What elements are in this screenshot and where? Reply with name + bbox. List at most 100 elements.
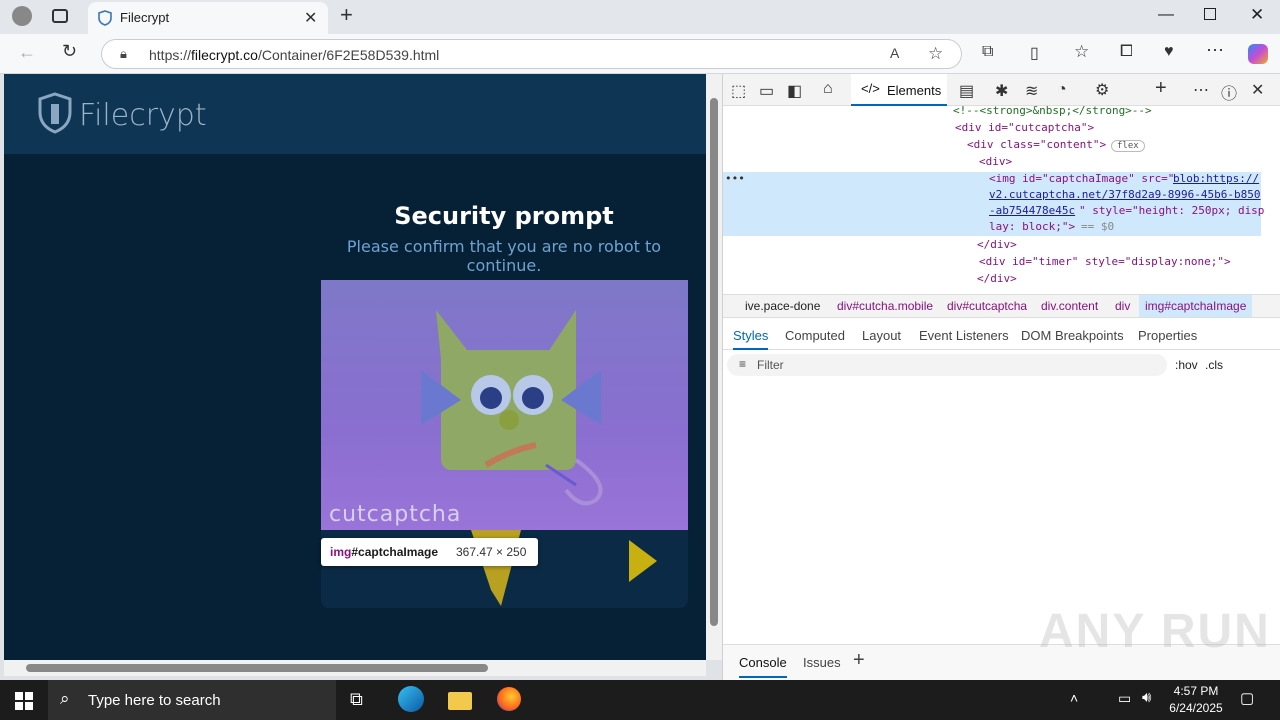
- firefox-icon[interactable]: [497, 687, 521, 711]
- search-icon: ⌕: [60, 689, 70, 708]
- page-viewport: Filecrypt Security prompt Please confirm…: [4, 74, 706, 660]
- help-icon[interactable]: ⓘ: [1221, 80, 1237, 104]
- clock-time[interactable]: 4:57 PM: [1164, 684, 1228, 698]
- hov-toggle[interactable]: :hov: [1175, 358, 1198, 372]
- dom-img-src-2[interactable]: v2.cutcaptcha.net/37f8d2a9-8996-45b6-b85…: [989, 188, 1261, 201]
- close-window-icon[interactable]: ✕: [1250, 5, 1264, 25]
- filter-icon: ≡: [739, 357, 747, 371]
- performance-icon[interactable]: ◔: [1057, 81, 1067, 99]
- tab-styles[interactable]: Styles: [733, 328, 769, 350]
- breadcrumb-item[interactable]: div#cutcha.mobile: [837, 299, 933, 313]
- minimize-icon[interactable]: —: [1158, 6, 1174, 24]
- dock-icon[interactable]: ◧: [787, 81, 802, 101]
- drawer-tab-issues[interactable]: Issues: [803, 655, 841, 670]
- title-bar: Filecrypt ✕ + — ✕: [0, 0, 1280, 34]
- sources-icon[interactable]: ✱: [995, 81, 1008, 101]
- windows-start-icon[interactable]: [15, 692, 33, 710]
- page-vertical-scrollbar[interactable]: [706, 74, 722, 660]
- settings-gear-icon[interactable]: ⚙: [1095, 80, 1109, 100]
- network-icon[interactable]: ≋: [1025, 81, 1038, 101]
- performance-icon[interactable]: ♥: [1164, 43, 1174, 61]
- play-arrow-icon[interactable]: [629, 540, 659, 582]
- drawer-tab-console[interactable]: Console: [739, 655, 787, 678]
- tab-event-listeners[interactable]: Event Listeners: [919, 328, 1009, 343]
- maximize-icon[interactable]: [1204, 8, 1216, 20]
- collections-icon[interactable]: ⧠: [1120, 43, 1133, 61]
- notifications-icon[interactable]: ▢: [1240, 689, 1254, 707]
- edge-taskbar-icon[interactable]: [398, 686, 424, 712]
- volume-icon[interactable]: 🔊︎: [1142, 689, 1151, 706]
- page-subtitle: Please confirm that you are no robot to …: [346, 237, 662, 275]
- horizontal-scroll-thumb[interactable]: [26, 664, 488, 672]
- dom-line-div-close[interactable]: </div>: [977, 238, 1017, 251]
- cls-toggle[interactable]: .cls: [1205, 358, 1223, 372]
- browser-tab[interactable]: Filecrypt ✕: [88, 2, 328, 34]
- task-view-icon[interactable]: ⧉: [350, 689, 363, 710]
- dom-img-src-1[interactable]: blob:https://: [1173, 172, 1259, 185]
- elements-tab-label: Elements: [887, 83, 942, 98]
- dom-img-src-3[interactable]: -ab754478e45c: [989, 204, 1075, 217]
- search-placeholder: Type here to search: [88, 692, 221, 709]
- element-tooltip: img#captchaImage 367.47 × 250: [321, 538, 538, 566]
- tab-title: Filecrypt: [120, 10, 170, 25]
- breadcrumb-item[interactable]: ive.pace-done: [745, 299, 820, 313]
- selected-dom-node[interactable]: ••• <img id="captchaImage" src=" blob:ht…: [723, 172, 1265, 236]
- favorites-icon[interactable]: ☆: [1074, 42, 1089, 62]
- favorite-star-icon[interactable]: ☆: [928, 44, 943, 64]
- more-icon[interactable]: ⋯: [1206, 40, 1224, 61]
- more-tools-icon[interactable]: +: [1155, 77, 1167, 100]
- tab-dom-breakpoints[interactable]: DOM Breakpoints: [1021, 328, 1124, 343]
- vertical-scroll-thumb[interactable]: [710, 98, 718, 626]
- dom-ellipsis[interactable]: •••: [725, 172, 745, 185]
- tab-actions-icon[interactable]: [52, 9, 68, 23]
- page-horizontal-scrollbar[interactable]: [4, 660, 706, 676]
- network-tray-icon[interactable]: ▭: [1118, 690, 1131, 707]
- breadcrumb-item[interactable]: div.content: [1041, 299, 1098, 313]
- flex-badge[interactable]: flex: [1111, 140, 1145, 152]
- tab-elements[interactable]: Elements </>: [851, 74, 947, 106]
- customize-icon[interactable]: ⋯: [1193, 80, 1209, 100]
- read-aloud-icon[interactable]: A: [890, 45, 899, 61]
- tab-properties[interactable]: Properties: [1138, 328, 1197, 343]
- address-bar[interactable]: 🔒︎ https://filecrypt.co/Container/6F2E58…: [101, 39, 962, 69]
- dom-line-div-close-2[interactable]: </div>: [977, 272, 1017, 285]
- tab-computed[interactable]: Computed: [785, 328, 845, 343]
- extensions-icon[interactable]: ⧉: [982, 43, 993, 61]
- breadcrumb-item-active[interactable]: img#captchaImage: [1139, 295, 1253, 317]
- clock-date[interactable]: 6/24/2025: [1164, 701, 1228, 715]
- console-icon[interactable]: ▤: [959, 81, 974, 101]
- inspect-icon[interactable]: ⬚: [731, 81, 746, 101]
- welcome-home-icon[interactable]: ⌂: [823, 80, 833, 98]
- device-toolbar-icon[interactable]: ▭: [759, 81, 774, 101]
- lock-icon[interactable]: 🔒︎: [120, 46, 127, 62]
- breadcrumb-item[interactable]: div: [1115, 299, 1130, 313]
- drawer-add-icon[interactable]: +: [853, 649, 865, 672]
- new-tab-icon[interactable]: +: [340, 2, 353, 28]
- url-text[interactable]: https://filecrypt.co/Container/6F2E58D53…: [149, 47, 439, 63]
- dom-line-content[interactable]: <div class="content">: [967, 138, 1106, 151]
- captcha-image[interactable]: cutcaptcha: [321, 280, 688, 530]
- close-tab-icon[interactable]: ✕: [304, 8, 317, 28]
- tooltip-id: #captchaImage: [351, 545, 439, 559]
- file-explorer-icon[interactable]: [448, 692, 472, 710]
- refresh-icon[interactable]: ↻: [62, 41, 77, 62]
- dom-img-style: " style="height: 250px; disp: [1079, 204, 1265, 217]
- taskbar-search[interactable]: ⌕ Type here to search: [48, 680, 336, 720]
- dom-line-cutcaptcha[interactable]: <div id="cutcaptcha">: [955, 121, 1094, 134]
- breadcrumb-item[interactable]: div#cutcaptcha: [947, 299, 1027, 313]
- back-icon[interactable]: ←: [18, 42, 36, 63]
- profile-icon[interactable]: [12, 6, 32, 26]
- dom-line-timer[interactable]: <div id="timer" style="display:none;">: [979, 255, 1231, 268]
- site-logo-text[interactable]: Filecrypt: [79, 98, 207, 133]
- close-devtools-icon[interactable]: ✕: [1251, 80, 1264, 100]
- tray-chevron-icon[interactable]: ˄: [1070, 690, 1078, 706]
- watermark: ANY RUN: [1039, 605, 1271, 658]
- copilot-icon[interactable]: [1248, 44, 1268, 64]
- dom-line-div[interactable]: <div>: [979, 155, 1012, 168]
- styles-panel-tabs: Styles Computed Layout Event Listeners D…: [723, 322, 1280, 350]
- site-header: Filecrypt: [4, 74, 706, 154]
- tab-layout[interactable]: Layout: [862, 328, 901, 343]
- dom-line-comment[interactable]: <!--<strong>&nbsp;</strong>-->: [953, 104, 1152, 117]
- split-screen-icon[interactable]: ▯: [1030, 43, 1039, 63]
- styles-filter-input[interactable]: ≡ Filter: [727, 354, 1167, 376]
